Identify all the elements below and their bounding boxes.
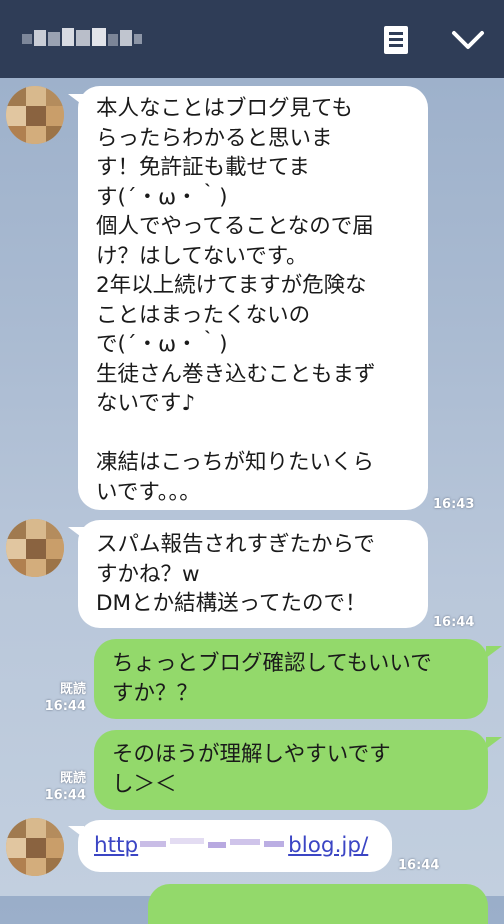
blurred-link-text — [138, 832, 288, 856]
message-time: 16:44 — [398, 858, 440, 873]
message-time: 16:43 — [433, 497, 475, 512]
bubble-tail — [486, 646, 502, 658]
message-time: 16:44 — [44, 788, 86, 803]
avatar[interactable] — [6, 818, 64, 876]
chat-title-pixelated — [22, 26, 142, 52]
message-line: す(´・ω・｀) — [96, 184, 228, 210]
chevron-down-icon[interactable] — [448, 20, 488, 60]
note-icon[interactable] — [376, 20, 416, 60]
message-bubble[interactable]: 本人なことはブログ見ても らったらわかると思いま す！免許証も載せてま す(´・… — [78, 86, 428, 510]
message-time: 16:44 — [44, 699, 86, 714]
message-line: け？はしてないです。 — [96, 243, 308, 269]
bubble-tail — [486, 737, 502, 749]
message-bubble[interactable]: スパム報告されすぎたからで すかね？w DMとか結構送ってたので！ — [78, 520, 428, 628]
message-line: らったらわかると思いま — [96, 125, 333, 151]
read-receipt: 既読 — [59, 682, 86, 697]
avatar[interactable] — [6, 519, 64, 577]
message-line: 生徒さん巻き込むこともまず — [96, 361, 376, 387]
message-line: すかね？w — [96, 561, 200, 587]
message-line: いです。。。 — [96, 479, 201, 505]
message-line: そのほうが理解しやすいです — [112, 742, 391, 767]
message-line: 凍結はこっちが知りたいくら — [96, 450, 374, 475]
link-prefix: http — [94, 833, 139, 858]
message-line — [96, 419, 428, 449]
message-time: 16:44 — [433, 615, 475, 630]
chat-header — [0, 0, 504, 78]
message-bubble[interactable]: http blog.jp/ — [78, 820, 392, 872]
message-line: スパム報告されすぎたからで — [96, 532, 375, 557]
message-line: ちょっとブログ確認してもいいで — [112, 651, 432, 676]
message-line: 2年以上続けてますが危険な — [96, 273, 367, 298]
message-bubble[interactable]: ちょっとブログ確認してもいいで すか？？ — [94, 639, 488, 719]
message-line: ないです♪ — [96, 391, 196, 416]
message-bubble[interactable]: そのほうが理解しやすいです し＞＜ — [94, 730, 488, 810]
message-meta: 既読 16:44 — [36, 681, 86, 715]
message-line: DMとか結構送ってたので！ — [96, 591, 367, 616]
message-line: ことはまったくないの — [96, 302, 311, 328]
message-line: 個人でやってることなので届 — [96, 214, 374, 239]
message-line: で(´・ω・｀) — [96, 332, 228, 357]
message-line: 本人なことはブログ見ても — [96, 96, 353, 121]
link-suffix: blog.jp/ — [288, 833, 369, 858]
avatar[interactable] — [6, 86, 64, 144]
message-link[interactable]: http blog.jp/ — [94, 833, 368, 858]
message-meta: 既読 16:44 — [36, 770, 86, 804]
message-line: し＞＜ — [112, 771, 177, 797]
message-line: すか？？ — [112, 680, 199, 706]
message-line: す！免許証も載せてま — [96, 155, 310, 180]
message-bubble-partial[interactable] — [148, 884, 488, 924]
read-receipt: 既読 — [59, 771, 86, 786]
